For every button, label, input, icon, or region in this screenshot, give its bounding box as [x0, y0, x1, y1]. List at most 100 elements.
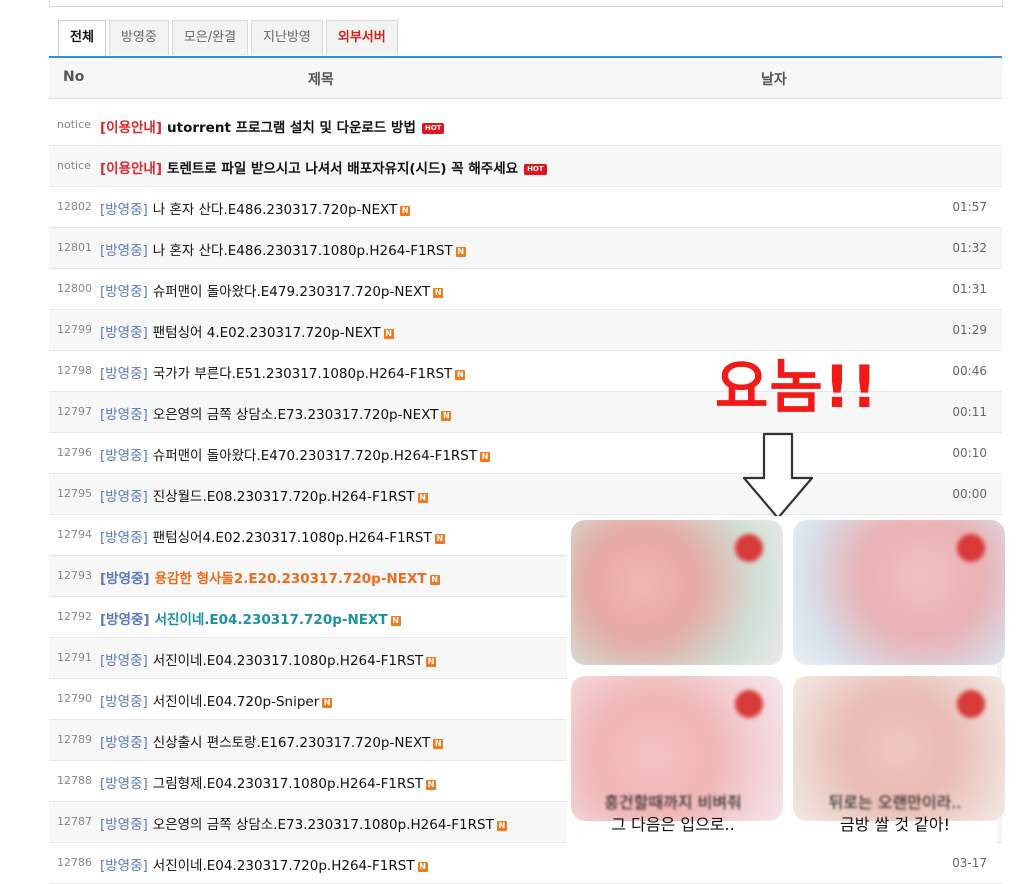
post-title-link[interactable]: [이용안내] utorrent 프로그램 설치 및 다운로드 방법 HOT — [100, 116, 445, 136]
post-title-link[interactable]: [이용안내] 토렌트로 파일 받으시고 나셔서 배포자유지(시드) 꼭 해주세요 H… — [100, 157, 547, 177]
tab-airing[interactable]: 방영중 — [108, 20, 169, 55]
post-title[interactable]: 서진이네.E04.230317.1080p.H264-F1RST — [153, 653, 423, 669]
table-row[interactable]: 12801 [방영중] 나 혼자 산다.E486.230317.1080p.H264… — [49, 228, 1002, 269]
row-number: notice — [57, 118, 91, 131]
category-label: [방영중] — [100, 407, 148, 423]
row-number: 12800 — [57, 282, 92, 295]
advertisement-banner[interactable]: 흥건할때까지 비벼줘 그 다음은 입으로.. 뒤로는 오랜만이라.. 금방 쌀 … — [567, 516, 1005, 846]
post-title-link[interactable]: [방영중] 슈퍼맨이 돌아왔다.E479.230317.720p-NEXT N — [100, 280, 444, 300]
ad-caption[interactable]: 뒤로는 오랜만이라.. 금방 쌀 것 같아! — [795, 792, 995, 836]
row-number: 12802 — [57, 200, 92, 213]
post-title[interactable]: 오은영의 금쪽 상담소.E73.230317.1080p.H264-F1RST — [153, 817, 494, 833]
category-label: [방영중] — [100, 448, 148, 464]
table-row[interactable]: 12786 [방영중] 서진이네.E04.230317.720p.H264-F1RS… — [49, 843, 1002, 884]
tab-completed[interactable]: 모은/완결 — [171, 20, 249, 55]
post-title[interactable]: 용감한 형사들2.E20.230317.720p-NEXT — [155, 571, 427, 587]
category-label: [방영중] — [100, 858, 148, 874]
post-title-link[interactable]: [방영중] 국가가 부른다.E51.230317.1080p.H264-F1RST… — [100, 362, 466, 382]
row-number: 12791 — [57, 651, 92, 664]
new-badge-icon: N — [480, 452, 491, 462]
new-badge-icon: N — [429, 575, 440, 585]
table-row[interactable]: 12795 [방영중] 진상월드.E08.230317.720p.H264-F1RS… — [49, 474, 1002, 515]
post-date: 00:10 — [952, 446, 987, 460]
post-title[interactable]: 오은영의 금쪽 상담소.E73.230317.720p-NEXT — [153, 407, 439, 423]
row-number: 12793 — [57, 569, 92, 582]
ad-caption[interactable]: 흥건할때까지 비벼줘 그 다음은 입으로.. — [573, 792, 773, 836]
post-title-link[interactable]: [방영중] 서진이네.E04.230317.720p.H264-F1RST N — [100, 854, 428, 874]
post-title[interactable]: 토렌트로 파일 받으시고 나셔서 배포자유지(시드) 꼭 해주세요 — [167, 161, 518, 177]
new-badge-icon: N — [417, 862, 428, 872]
post-title[interactable]: 국가가 부른다.E51.230317.1080p.H264-F1RST — [153, 366, 453, 382]
post-title-link[interactable]: [방영중] 용감한 형사들2.E20.230317.720p-NEXT N — [100, 567, 440, 587]
post-title[interactable]: 팬텀싱어 4.E02.230317.720p-NEXT — [153, 325, 381, 341]
table-row[interactable]: 12796 [방영중] 슈퍼맨이 돌아왔다.E470.230317.720p.H26… — [49, 433, 1002, 474]
ad-thumbnail[interactable] — [571, 520, 783, 665]
ad-thumbnail[interactable] — [793, 520, 1005, 665]
post-title-link[interactable]: [방영중] 서진이네.E04.230317.1080p.H264-F1RST N — [100, 649, 437, 669]
post-title-link[interactable]: [방영중] 신상출시 편스토랑.E167.230317.720p-NEXT N — [100, 731, 444, 751]
row-number: 12789 — [57, 733, 92, 746]
table-header: No 제목 날자 — [49, 58, 1002, 99]
notice-row[interactable]: notice [이용안내] utorrent 프로그램 설치 및 다운로드 방법 HO… — [49, 105, 1002, 146]
category-label: [방영중] — [100, 612, 150, 628]
post-title[interactable]: 신상출시 편스토랑.E167.230317.720p-NEXT — [153, 735, 430, 751]
post-title[interactable]: 슈퍼맨이 돌아왔다.E470.230317.720p.H264-F1RST — [153, 448, 477, 464]
table-row[interactable]: 12800 [방영중] 슈퍼맨이 돌아왔다.E479.230317.720p-NEX… — [49, 269, 1002, 310]
category-label: [이용안내] — [100, 161, 163, 177]
ad-badge-icon — [735, 534, 763, 562]
post-title-link[interactable]: [방영중] 나 혼자 산다.E486.230317.1080p.H264-F1RS… — [100, 239, 466, 259]
new-badge-icon: N — [434, 534, 445, 544]
post-date: 00:11 — [952, 405, 987, 419]
post-title[interactable]: 서진이네.E04.720p-Sniper — [153, 694, 319, 710]
category-tabs: 전체 방영중 모은/완결 지난방영 외부서버 — [58, 20, 401, 57]
new-badge-icon: N — [455, 247, 466, 257]
category-label: [방영중] — [100, 284, 148, 300]
new-badge-icon: N — [417, 493, 428, 503]
post-title[interactable]: utorrent 프로그램 설치 및 다운로드 방법 — [167, 120, 416, 136]
new-badge-icon: N — [441, 411, 452, 421]
post-title-link[interactable]: [방영중] 진상월드.E08.230317.720p.H264-F1RST N — [100, 485, 428, 505]
post-title[interactable]: 서진이네.E04.230317.720p-NEXT — [155, 612, 388, 628]
post-date: 00:46 — [952, 364, 987, 378]
post-date: 00:00 — [952, 487, 987, 501]
post-title[interactable]: 서진이네.E04.230317.720p.H264-F1RST — [153, 858, 415, 874]
tab-all[interactable]: 전체 — [58, 20, 106, 57]
post-date: 01:31 — [952, 282, 987, 296]
row-number: 12788 — [57, 774, 92, 787]
down-arrow-icon — [742, 432, 814, 520]
ad-badge-icon — [957, 534, 985, 562]
post-title[interactable]: 팬텀싱어4.E02.230317.1080p.H264-F1RST — [153, 530, 432, 546]
post-title[interactable]: 진상월드.E08.230317.720p.H264-F1RST — [153, 489, 415, 505]
category-label: [방영중] — [100, 202, 148, 218]
post-date: 01:57 — [952, 200, 987, 214]
post-title[interactable]: 슈퍼맨이 돌아왔다.E479.230317.720p-NEXT — [153, 284, 430, 300]
new-badge-icon: N — [433, 288, 444, 298]
post-title-link[interactable]: [방영중] 오은영의 금쪽 상담소.E73.230317.720p-NEXT N — [100, 403, 452, 423]
post-title[interactable]: 나 혼자 산다.E486.230317.720p-NEXT — [153, 202, 397, 218]
category-label: [방영중] — [100, 325, 148, 341]
tab-past-broadcast[interactable]: 지난방영 — [251, 20, 323, 55]
table-row[interactable]: 12799 [방영중] 팬텀싱어 4.E02.230317.720p-NEXT N 01… — [49, 310, 1002, 351]
header-no: No — [63, 69, 85, 85]
post-title-link[interactable]: [방영중] 팬텀싱어 4.E02.230317.720p-NEXT N — [100, 321, 394, 341]
post-title-link[interactable]: [방영중] 서진이네.E04.230317.720p-NEXT N — [100, 608, 401, 628]
annotation-text: 요놈!! — [715, 353, 879, 421]
new-badge-icon: N — [455, 370, 466, 380]
header-title: 제목 — [308, 72, 334, 88]
post-title[interactable]: 그림형제.E04.230317.1080p.H264-F1RST — [153, 776, 423, 792]
post-title-link[interactable]: [방영중] 슈퍼맨이 돌아왔다.E470.230317.720p.H264-F1R… — [100, 444, 491, 464]
category-label: [방영중] — [100, 366, 148, 382]
new-badge-icon: N — [322, 698, 333, 708]
post-title[interactable]: 나 혼자 산다.E486.230317.1080p.H264-F1RST — [153, 243, 453, 259]
post-title-link[interactable]: [방영중] 서진이네.E04.720p-Sniper N — [100, 690, 333, 710]
table-row[interactable]: 12802 [방영중] 나 혼자 산다.E486.230317.720p-NEXT N… — [49, 187, 1002, 228]
post-title-link[interactable]: [방영중] 그림형제.E04.230317.1080p.H264-F1RST N — [100, 772, 437, 792]
tab-external-server[interactable]: 외부서버 — [325, 20, 398, 55]
post-title-link[interactable]: [방영중] 나 혼자 산다.E486.230317.720p-NEXT N — [100, 198, 411, 218]
post-title-link[interactable]: [방영중] 팬텀싱어4.E02.230317.1080p.H264-F1RST N — [100, 526, 445, 546]
category-label: [방영중] — [100, 694, 148, 710]
new-badge-icon: N — [400, 206, 411, 216]
notice-row[interactable]: notice [이용안내] 토렌트로 파일 받으시고 나셔서 배포자유지(시드) 꼭… — [49, 146, 1002, 187]
ad-badge-icon — [735, 690, 763, 718]
post-title-link[interactable]: [방영중] 오은영의 금쪽 상담소.E73.230317.1080p.H264-F… — [100, 813, 507, 833]
